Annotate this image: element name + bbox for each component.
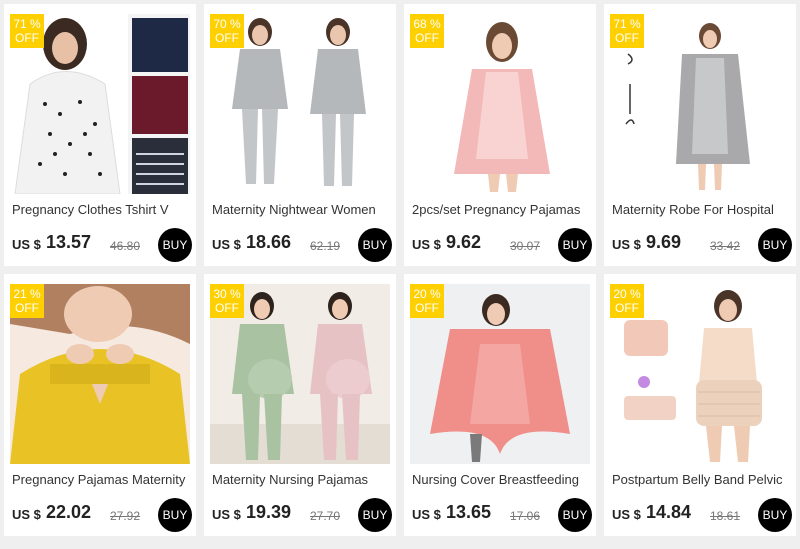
product-title[interactable]: Postpartum Belly Band Pelvic <box>612 472 792 487</box>
buy-button[interactable]: BUY <box>558 498 592 532</box>
currency-label: US $ <box>212 237 241 252</box>
discount-off-label: OFF <box>15 31 39 45</box>
sale-price: 9.69 <box>646 232 682 252</box>
buy-button[interactable]: BUY <box>158 498 192 532</box>
original-price: 17.06 <box>510 509 541 523</box>
price-row: US $ 22.02 27.92 BUY <box>12 498 192 534</box>
product-card[interactable]: 71 % OFF Maternity Robe For Hospital US … <box>604 4 796 266</box>
product-title[interactable]: 2pcs/set Pregnancy Pajamas <box>412 202 592 217</box>
original-price: 62.19 <box>310 239 341 253</box>
discount-badge: 71 % OFF <box>610 14 644 48</box>
currency-label: US $ <box>612 507 641 522</box>
discount-badge: 70 % OFF <box>210 14 244 48</box>
buy-button[interactable]: BUY <box>358 228 392 262</box>
sale-price: 13.65 <box>446 502 492 522</box>
buy-button[interactable]: BUY <box>158 228 192 262</box>
original-price: 27.92 <box>110 509 141 523</box>
buy-button[interactable]: BUY <box>758 228 792 262</box>
product-title[interactable]: Pregnancy Clothes Tshirt V <box>12 202 192 217</box>
currency-label: US $ <box>12 237 41 252</box>
product-title[interactable]: Pregnancy Pajamas Maternity <box>12 472 192 487</box>
discount-badge: 20 % OFF <box>410 284 444 318</box>
price-row: US $ 19.39 27.70 BUY <box>212 498 392 534</box>
product-card[interactable]: 71 % OFF Pregnancy Clothes Tshirt V US $… <box>4 4 196 266</box>
sale-price: 18.66 <box>246 232 292 252</box>
product-title[interactable]: Maternity Nightwear Women <box>212 202 392 217</box>
currency-label: US $ <box>412 507 441 522</box>
sale-price: 22.02 <box>46 502 92 522</box>
currency-label: US $ <box>412 237 441 252</box>
discount-badge: 30 % OFF <box>210 284 244 318</box>
discount-off-label: OFF <box>215 31 239 45</box>
original-price: 33.42 <box>710 239 741 253</box>
discount-off-label: OFF <box>415 301 439 315</box>
discount-percent: 71 % <box>13 17 41 31</box>
sale-price: 14.84 <box>646 502 692 522</box>
discount-off-label: OFF <box>215 301 239 315</box>
product-card[interactable]: 70 % OFF Maternity Nightwear Women US $ … <box>204 4 396 266</box>
sale-price: 19.39 <box>246 502 292 522</box>
price-row: US $ 13.65 17.06 BUY <box>412 498 592 534</box>
buy-button[interactable]: BUY <box>758 498 792 532</box>
price-row: US $ 9.62 30.07 BUY <box>412 228 592 264</box>
buy-button[interactable]: BUY <box>558 228 592 262</box>
discount-off-label: OFF <box>15 301 39 315</box>
product-card[interactable]: 20 % OFF Nursing Cover Breastfeeding US … <box>404 274 596 536</box>
discount-percent: 70 % <box>213 17 241 31</box>
discount-percent: 30 % <box>213 287 241 301</box>
price-row: US $ 9.69 33.42 BUY <box>612 228 792 264</box>
product-card[interactable]: 21 % OFF Pregnancy Pajamas Maternity US … <box>4 274 196 536</box>
product-title[interactable]: Maternity Robe For Hospital <box>612 202 792 217</box>
discount-badge: 68 % OFF <box>410 14 444 48</box>
discount-badge: 71 % OFF <box>10 14 44 48</box>
product-title[interactable]: Maternity Nursing Pajamas <box>212 472 392 487</box>
discount-off-label: OFF <box>415 31 439 45</box>
original-price: 46.80 <box>110 239 141 253</box>
product-card[interactable]: 20 % OFF Postpartum Belly Band Pelvic US… <box>604 274 796 536</box>
discount-percent: 20 % <box>413 287 441 301</box>
discount-percent: 21 % <box>13 287 41 301</box>
discount-off-label: OFF <box>615 31 639 45</box>
original-price: 18.61 <box>710 509 741 523</box>
product-title[interactable]: Nursing Cover Breastfeeding <box>412 472 592 487</box>
buy-button[interactable]: BUY <box>358 498 392 532</box>
product-grid: 71 % OFF Pregnancy Clothes Tshirt V US $… <box>4 4 800 549</box>
discount-percent: 68 % <box>413 17 441 31</box>
product-card[interactable]: 30 % OFF Maternity Nursing Pajamas US $ … <box>204 274 396 536</box>
currency-label: US $ <box>12 507 41 522</box>
product-card[interactable]: 68 % OFF 2pcs/set Pregnancy Pajamas US $… <box>404 4 596 266</box>
discount-percent: 71 % <box>613 17 641 31</box>
currency-label: US $ <box>212 507 241 522</box>
currency-label: US $ <box>612 237 641 252</box>
discount-badge: 20 % OFF <box>610 284 644 318</box>
original-price: 30.07 <box>510 239 541 253</box>
discount-off-label: OFF <box>615 301 639 315</box>
price-row: US $ 18.66 62.19 BUY <box>212 228 392 264</box>
original-price: 27.70 <box>310 509 341 523</box>
discount-badge: 21 % OFF <box>10 284 44 318</box>
price-row: US $ 14.84 18.61 BUY <box>612 498 792 534</box>
discount-percent: 20 % <box>613 287 641 301</box>
sale-price: 9.62 <box>446 232 482 252</box>
sale-price: 13.57 <box>46 232 92 252</box>
price-row: US $ 13.57 46.80 BUY <box>12 228 192 264</box>
